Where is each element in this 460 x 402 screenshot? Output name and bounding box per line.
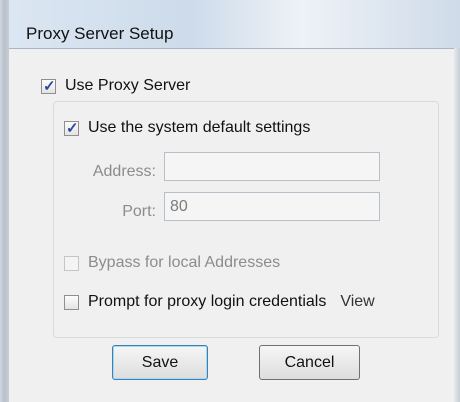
bypass-local-checkbox[interactable] [64,255,79,271]
bypass-local-row[interactable]: Bypass for local Addresses [64,254,280,272]
address-input[interactable] [164,152,380,181]
window-title: Proxy Server Setup [26,24,174,43]
save-button[interactable]: Save [112,345,208,380]
system-default-row[interactable]: Use the system default settings [64,119,310,137]
port-label: Port: [122,203,156,220]
view-link[interactable]: View [340,293,374,311]
use-proxy-row[interactable]: Use Proxy Server [41,77,190,95]
system-default-checkbox[interactable] [64,119,79,137]
proxy-settings-group: Use the system default settings Address:… [53,101,439,338]
port-input[interactable]: 80 [164,192,380,221]
dialog-content: Use Proxy Server Use the system default … [9,49,454,402]
window-right-border [454,48,460,402]
address-label: Address: [92,163,156,180]
system-default-label: Use the system default settings [88,119,311,136]
prompt-credentials-row[interactable]: Prompt for proxy login credentials View [64,293,375,311]
prompt-credentials-checkbox[interactable] [64,294,79,310]
cancel-button[interactable]: Cancel [259,345,360,380]
use-proxy-checkbox[interactable] [41,77,56,95]
use-proxy-label: Use Proxy Server [65,77,191,94]
proxy-setup-window: Proxy Server Setup Use Proxy Server Use … [0,0,460,402]
title-bar[interactable]: Proxy Server Setup [9,0,460,49]
bypass-local-label: Bypass for local Addresses [88,254,281,271]
prompt-credentials-label: Prompt for proxy login credentials [88,293,327,310]
window-left-border [0,0,9,402]
